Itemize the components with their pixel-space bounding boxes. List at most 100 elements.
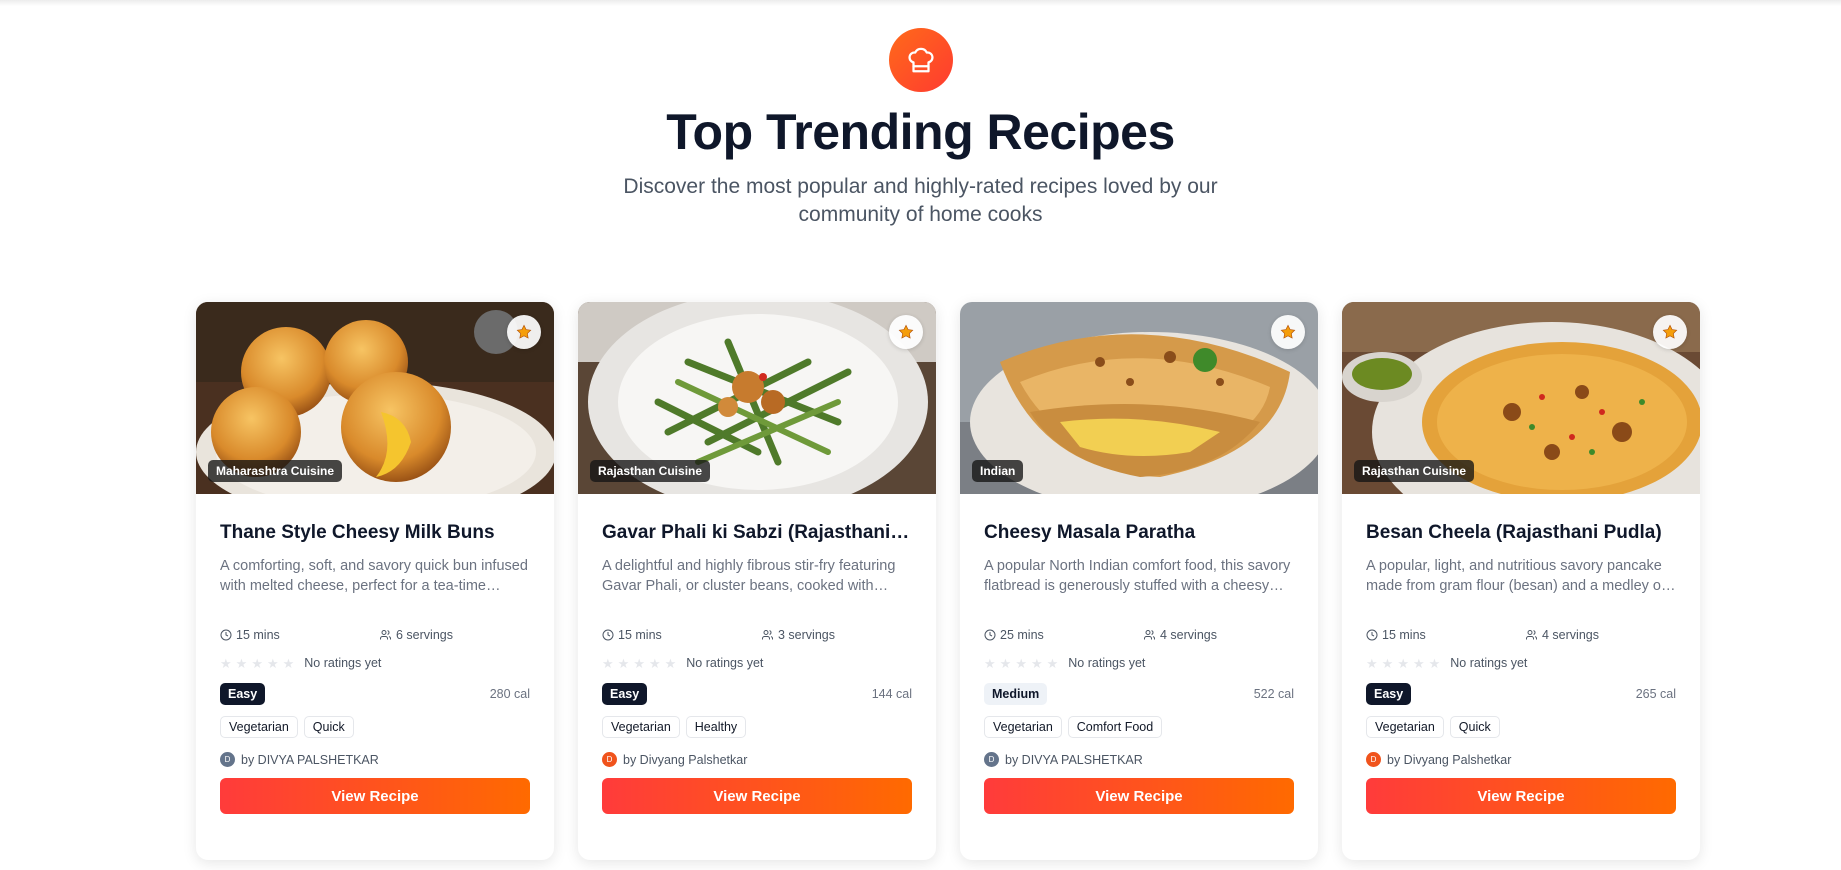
tag: Vegetarian [984,716,1062,738]
clock-icon [984,629,996,641]
view-recipe-button[interactable]: View Recipe [602,778,912,814]
star-icon: ★ [664,655,677,671]
recipe-image[interactable]: Maharashtra Cuisine [196,302,554,494]
recipe-description: A popular, light, and nutritious savory … [1366,558,1665,594]
cuisine-badge: Maharashtra Cuisine [208,460,343,482]
favorite-button[interactable] [1653,315,1687,349]
clock-icon [220,629,232,641]
calories: 280 cal [489,687,530,701]
star-icon: ★ [1366,655,1378,671]
tag-list: Vegetarian Comfort Food [984,716,1294,738]
star-icon: ★ [633,655,645,671]
cuisine-badge: Rajasthan Cuisine [1354,460,1475,482]
star-icon: ★ [220,655,232,671]
tag-list: Vegetarian Healthy [602,716,912,738]
recipe-card[interactable]: Rajasthan Cuisine Besan Cheela (Rajastha… [1342,302,1700,860]
tag: Quick [303,716,354,738]
star-icon: ★ [1015,655,1027,671]
tag-list: Vegetarian Quick [1366,716,1676,738]
star-icon [1280,324,1296,339]
rating-row: ★ ★ ★ ★ ★ No ratings yet [602,656,912,670]
rating-row: ★ ★ ★ ★ ★ No ratings yet [220,656,530,670]
star-icon: ★ [251,655,263,671]
rating-row: ★ ★ ★ ★ ★ No ratings yet [1366,656,1676,670]
star-icon: ★ [1046,655,1059,671]
author-name: by Divyang Palshetkar [623,752,748,767]
view-recipe-button[interactable]: View Recipe [220,778,530,814]
view-recipe-button[interactable]: View Recipe [984,778,1294,814]
avatar: D [984,752,999,767]
rating-stars: ★ ★ ★ ★ ★ [984,657,1058,670]
star-icon [898,324,914,339]
recipe-title[interactable]: Besan Cheela (Rajasthani Pudla) [1366,522,1676,544]
tag: Quick [1449,716,1500,738]
clock-icon [1366,629,1378,641]
star-icon: ★ [1397,655,1409,671]
star-icon: ★ [617,655,630,671]
star-icon: ★ [984,655,996,671]
servings: 4 servings [1160,628,1217,642]
avatar: D [602,752,617,767]
servings: 3 servings [778,628,835,642]
servings: 4 servings [1542,628,1599,642]
users-icon [762,630,773,640]
star-icon: ★ [235,655,248,671]
star-icon [1662,324,1678,339]
clock-icon [602,629,614,641]
cook-time: 15 mins [618,628,662,642]
difficulty-badge: Easy [1366,683,1412,705]
recipe-title[interactable]: Thane Style Cheesy Milk Buns [220,522,530,544]
recipe-image[interactable]: Rajasthan Cuisine [578,302,936,494]
recipe-grid: Maharashtra Cuisine Thane Style Cheesy M… [196,302,1701,860]
rating-stars: ★ ★ ★ ★ ★ [220,657,294,670]
difficulty-badge: Easy [602,683,648,705]
top-shadow [0,0,1841,6]
users-icon [380,630,391,640]
hero-section: Top Trending Recipes Discover the most p… [0,28,1841,229]
recipe-image[interactable]: Indian [960,302,1318,494]
recipe-description: A comforting, soft, and savory quick bun… [220,558,528,594]
recipe-description: A delightful and highly fibrous stir-fry… [602,558,896,594]
difficulty-badge: Easy [220,683,266,705]
users-icon [1526,630,1537,640]
star-icon: ★ [999,655,1012,671]
cook-time: 25 mins [1000,628,1044,642]
difficulty-badge: Medium [984,683,1048,705]
recipe-image[interactable]: Rajasthan Cuisine [1342,302,1700,494]
tag: Healthy [685,716,747,738]
cuisine-badge: Rajasthan Cuisine [590,460,711,482]
rating-text: No ratings yet [304,656,382,670]
star-icon: ★ [1381,655,1394,671]
page-subtitle: Discover the most popular and highly-rat… [623,174,1218,226]
recipe-card[interactable]: Rajasthan Cuisine Gavar Phali ki Sabzi (… [578,302,936,860]
author-row: D by DIVYA PALSHETKAR [984,752,1294,767]
view-recipe-button[interactable]: View Recipe [1366,778,1676,814]
author-row: D by DIVYA PALSHETKAR [220,752,530,767]
author-name: by DIVYA PALSHETKAR [1005,752,1143,767]
rating-stars: ★ ★ ★ ★ ★ [602,657,676,670]
star-icon [516,324,532,339]
favorite-button[interactable] [889,315,923,349]
chef-hat-icon [888,28,953,92]
page-title: Top Trending Recipes [666,104,1175,160]
recipe-title[interactable]: Cheesy Masala Paratha [984,522,1294,544]
calories: 265 cal [1635,687,1676,701]
author-row: D by Divyang Palshetkar [1366,752,1676,767]
recipe-card[interactable]: Indian Cheesy Masala Paratha A popular N… [960,302,1318,860]
recipe-card[interactable]: Maharashtra Cuisine Thane Style Cheesy M… [196,302,554,860]
rating-stars: ★ ★ ★ ★ ★ [1366,657,1440,670]
star-icon: ★ [602,655,614,671]
cuisine-badge: Indian [972,460,1024,482]
recipe-title[interactable]: Gavar Phali ki Sabzi (Rajasthani Style) [602,522,912,544]
rating-text: No ratings yet [686,656,764,670]
favorite-button[interactable] [507,315,541,349]
tag: Comfort Food [1067,716,1163,738]
rating-text: No ratings yet [1068,656,1146,670]
avatar: D [1366,752,1381,767]
servings: 6 servings [396,628,453,642]
users-icon [1144,630,1155,640]
tag: Vegetarian [1366,716,1444,738]
avatar: D [220,752,235,767]
favorite-button[interactable] [1271,315,1305,349]
star-icon: ★ [1428,655,1441,671]
